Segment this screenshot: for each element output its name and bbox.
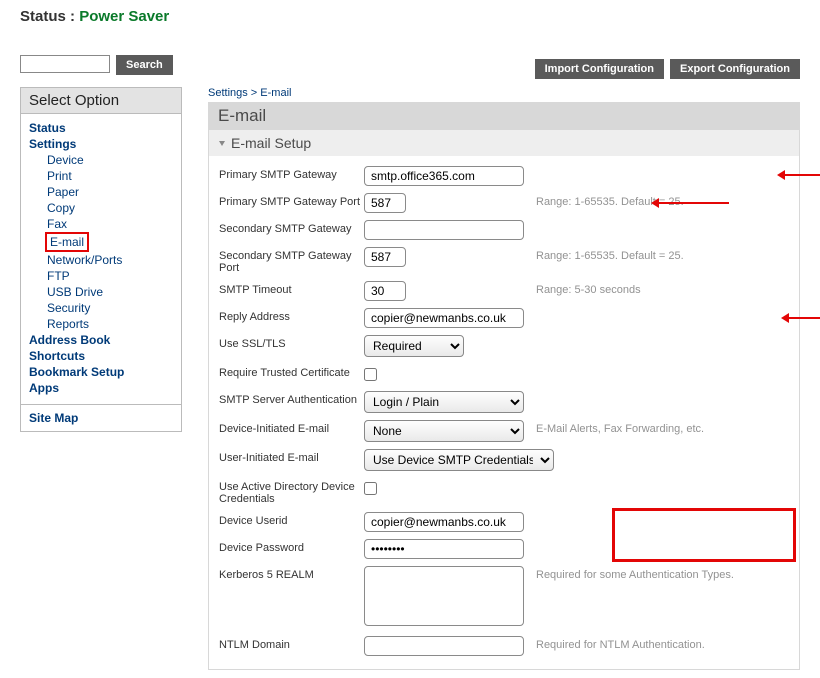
section-title: E-mail Setup bbox=[231, 135, 311, 151]
ad-creds-checkbox[interactable] bbox=[364, 482, 377, 495]
label-reply-address: Reply Address bbox=[219, 308, 364, 323]
device-userid-input[interactable] bbox=[364, 512, 524, 532]
hint-primary-port: Range: 1-65535. Default = 25. bbox=[536, 193, 684, 208]
sidebar-item-address-book[interactable]: Address Book bbox=[29, 332, 173, 348]
sidebar-item-status[interactable]: Status bbox=[29, 120, 173, 136]
hint-device-initiated: E-Mail Alerts, Fax Forwarding, etc. bbox=[536, 420, 704, 435]
user-initiated-select[interactable]: Use Device SMTP Credentials bbox=[364, 449, 554, 471]
smtp-timeout-input[interactable] bbox=[364, 281, 406, 301]
hint-ntlm: Required for NTLM Authentication. bbox=[536, 636, 705, 651]
annotation-arrow bbox=[785, 174, 820, 176]
sidebar-item-ftp[interactable]: FTP bbox=[29, 268, 173, 284]
status-line: Status : Power Saver bbox=[20, 8, 169, 25]
page-title: E-mail bbox=[208, 102, 800, 130]
secondary-smtp-gateway-input[interactable] bbox=[364, 220, 524, 240]
annotation-arrow bbox=[789, 317, 820, 319]
breadcrumb-settings[interactable]: Settings bbox=[208, 87, 248, 99]
sidebar-item-security[interactable]: Security bbox=[29, 300, 173, 316]
sidebar-item-usb[interactable]: USB Drive bbox=[29, 284, 173, 300]
label-kerberos: Kerberos 5 REALM bbox=[219, 566, 364, 581]
import-config-button[interactable]: Import Configuration bbox=[535, 59, 664, 79]
search-button[interactable]: Search bbox=[116, 55, 173, 75]
device-initiated-select[interactable]: None bbox=[364, 420, 524, 442]
label-ad-creds: Use Active Directory Device Credentials bbox=[219, 478, 364, 505]
sidebar-item-shortcuts[interactable]: Shortcuts bbox=[29, 348, 173, 364]
label-device-initiated: Device-Initiated E-mail bbox=[219, 420, 364, 435]
secondary-smtp-port-input[interactable] bbox=[364, 247, 406, 267]
sidebar-site-map[interactable]: Site Map bbox=[29, 411, 78, 425]
label-use-ssl: Use SSL/TLS bbox=[219, 335, 364, 350]
status-value: Power Saver bbox=[79, 8, 169, 25]
label-secondary-gateway: Secondary SMTP Gateway bbox=[219, 220, 364, 235]
ntlm-domain-input[interactable] bbox=[364, 636, 524, 656]
sidebar-item-reports[interactable]: Reports bbox=[29, 316, 173, 332]
smtp-auth-select[interactable]: Login / Plain bbox=[364, 391, 524, 413]
primary-smtp-port-input[interactable] bbox=[364, 193, 406, 213]
export-config-button[interactable]: Export Configuration bbox=[670, 59, 800, 79]
hint-smtp-timeout: Range: 5-30 seconds bbox=[536, 281, 641, 296]
annotation-arrow bbox=[659, 202, 729, 204]
sidebar-item-email-highlight: E-mail bbox=[45, 232, 89, 252]
use-ssl-select[interactable]: Required bbox=[364, 335, 464, 357]
chevron-down-icon bbox=[219, 141, 225, 146]
label-primary-gateway: Primary SMTP Gateway bbox=[219, 166, 364, 181]
sidebar-item-bookmark[interactable]: Bookmark Setup bbox=[29, 364, 173, 380]
section-header-email-setup[interactable]: E-mail Setup bbox=[209, 130, 799, 156]
label-secondary-port: Secondary SMTP Gateway Port bbox=[219, 247, 364, 274]
hint-secondary-port: Range: 1-65535. Default = 25. bbox=[536, 247, 684, 262]
label-smtp-auth: SMTP Server Authentication bbox=[219, 391, 364, 406]
sidebar-item-apps[interactable]: Apps bbox=[29, 380, 173, 396]
label-smtp-timeout: SMTP Timeout bbox=[219, 281, 364, 296]
label-primary-port: Primary SMTP Gateway Port bbox=[219, 193, 364, 208]
sidebar-item-device[interactable]: Device bbox=[29, 152, 173, 168]
sidebar-item-fax[interactable]: Fax bbox=[29, 216, 173, 232]
sidebar-item-copy[interactable]: Copy bbox=[29, 200, 173, 216]
breadcrumb: Settings > E-mail bbox=[208, 87, 800, 99]
status-label: Status : bbox=[20, 8, 75, 25]
label-trusted-cert: Require Trusted Certificate bbox=[219, 364, 364, 379]
search-input[interactable] bbox=[20, 55, 110, 73]
sidebar-item-network[interactable]: Network/Ports bbox=[29, 252, 173, 268]
breadcrumb-email[interactable]: E-mail bbox=[260, 87, 291, 99]
label-user-initiated: User-Initiated E-mail bbox=[219, 449, 364, 464]
hint-kerberos: Required for some Authentication Types. bbox=[536, 566, 734, 581]
device-password-input[interactable] bbox=[364, 539, 524, 559]
sidebar-heading: Select Option bbox=[21, 88, 181, 114]
kerberos-realm-textarea[interactable] bbox=[364, 566, 524, 626]
sidebar-item-email[interactable]: E-mail bbox=[50, 234, 84, 250]
label-ntlm: NTLM Domain bbox=[219, 636, 364, 651]
sidebar-item-paper[interactable]: Paper bbox=[29, 184, 173, 200]
trusted-cert-checkbox[interactable] bbox=[364, 368, 377, 381]
primary-smtp-gateway-input[interactable] bbox=[364, 166, 524, 186]
sidebar-item-print[interactable]: Print bbox=[29, 168, 173, 184]
label-device-userid: Device Userid bbox=[219, 512, 364, 527]
reply-address-input[interactable] bbox=[364, 308, 524, 328]
label-device-password: Device Password bbox=[219, 539, 364, 554]
sidebar-item-settings[interactable]: Settings bbox=[29, 136, 173, 152]
sidebar: Select Option Status Settings Device Pri… bbox=[20, 87, 182, 432]
